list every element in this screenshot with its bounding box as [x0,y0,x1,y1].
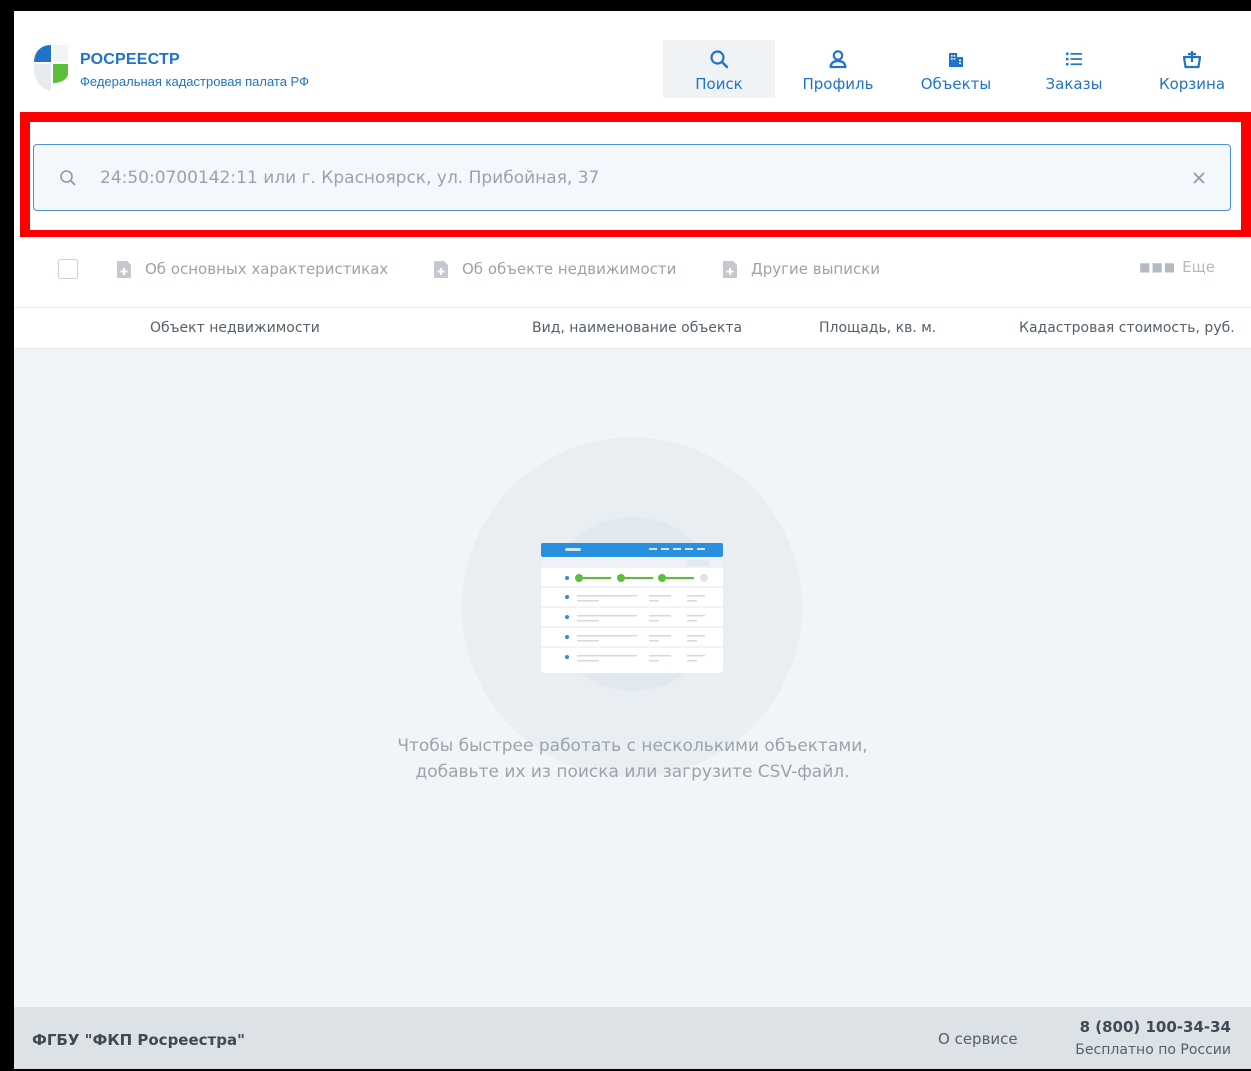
rosreestr-logo-icon[interactable] [32,43,70,93]
main-nav: Поиск Профиль Объекты Заказы Корзина [663,40,1251,98]
search-section [14,111,1251,240]
extract-main-characteristics-button[interactable]: Об основных характеристиках [117,257,388,281]
actions-toolbar: Об основных характеристиках Об объекте н… [14,237,1251,307]
brand-subtitle: Федеральная кадастровая палата РФ [80,74,309,89]
empty-state-line-1: Чтобы быстрее работать с несколькими объ… [397,736,868,756]
about-service-link[interactable]: О сервисе [938,1030,1018,1048]
hotline-note: Бесплатно по России [1075,1042,1231,1058]
more-dots-icon: ■■■ [1139,260,1177,274]
extract-main-characteristics-label: Об основных характеристиках [145,260,389,278]
extract-object-label: Об объекте недвижимости [462,260,677,278]
footer: ФГБУ "ФКП Росреестра" О сервисе 8 (800) … [14,1007,1251,1069]
column-type-name[interactable]: Вид, наименование объекта [532,320,742,336]
other-extracts-label: Другие выписки [751,260,881,278]
table-illustration-icon [541,543,723,673]
nav-cart[interactable]: Корзина [1133,40,1251,98]
nav-search-label: Поиск [695,75,743,93]
column-object[interactable]: Объект недвижимости [150,320,320,336]
column-area[interactable]: Площадь, кв. м. [819,320,936,336]
search-icon [710,50,729,69]
nav-objects[interactable]: Объекты [897,40,1015,98]
app-window: РОСРЕЕСТР Федеральная кадастровая палата… [14,11,1251,1069]
select-all-checkbox[interactable] [58,259,78,279]
nav-cart-label: Корзина [1158,75,1226,93]
document-plus-icon [723,260,737,278]
other-extracts-button[interactable]: Другие выписки [723,257,880,281]
nav-profile[interactable]: Профиль [779,40,897,98]
user-icon [829,50,847,69]
list-icon [1066,52,1082,66]
highlight-frame [20,112,1251,240]
nav-profile-label: Профиль [802,75,874,93]
header: РОСРЕЕСТР Федеральная кадастровая палата… [14,11,1251,111]
more-label: Еще [1182,258,1215,276]
table-header: Объект недвижимости Вид, наименование об… [14,307,1251,349]
empty-state: Чтобы быстрее работать с несколькими объ… [14,349,1251,1007]
nav-objects-label: Объекты [920,75,992,93]
nav-search[interactable]: Поиск [663,40,775,98]
column-cadastral-value[interactable]: Кадастровая стоимость, руб. [1019,320,1235,336]
hotline-phone[interactable]: 8 (800) 100-34-34 [1080,1018,1231,1036]
document-plus-icon [434,260,448,278]
basket-icon [1182,51,1202,69]
empty-state-message: Чтобы быстрее работать с несколькими объ… [14,733,1251,785]
extract-object-button[interactable]: Об объекте недвижимости [434,257,676,281]
nav-orders[interactable]: Заказы [1015,40,1133,98]
footer-org: ФГБУ "ФКП Росреестра" [32,1031,245,1049]
nav-orders-label: Заказы [1045,75,1103,93]
document-plus-icon [117,260,131,278]
more-button[interactable]: ■■■ Еще [1139,258,1215,276]
empty-state-line-2: добавьте их из поиска или загрузите CSV-… [415,762,850,782]
brand-name: РОСРЕЕСТР [80,51,180,68]
buildings-icon [949,53,963,67]
